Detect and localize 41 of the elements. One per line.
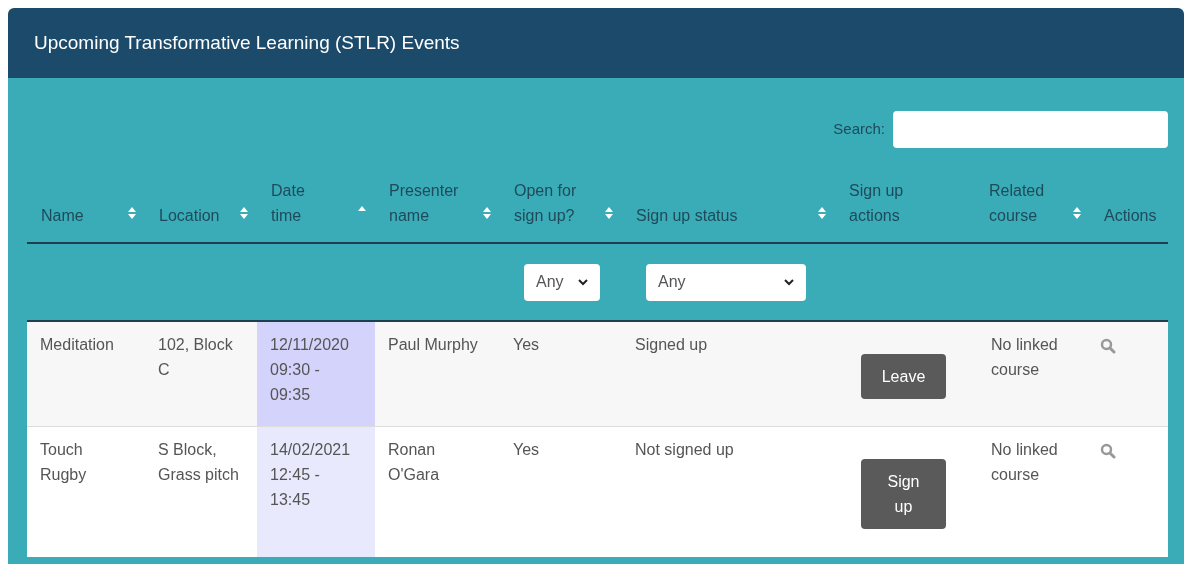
sort-icon[interactable] [127, 206, 137, 220]
sort-icon[interactable] [817, 206, 827, 220]
table-cell-text: 14/02/2021 12:45 - 13:45 [270, 440, 352, 510]
column-header[interactable]: Date time [271, 178, 321, 228]
chevron-down-icon [578, 278, 588, 286]
sort-ascending-icon[interactable] [357, 206, 367, 212]
table-cell-text: Not signed up [635, 440, 735, 460]
column-header[interactable]: Name [41, 203, 84, 228]
search-icon[interactable] [1100, 443, 1116, 459]
column-header[interactable]: Location [159, 203, 220, 228]
table-cell-text: Yes [513, 335, 541, 355]
sort-icon[interactable] [604, 206, 614, 220]
sign-up-button[interactable]: Sign up [861, 459, 946, 529]
table-cell-text: Ronan O'Gara [388, 440, 441, 485]
column-header[interactable]: Related course [989, 178, 1054, 228]
table-cell-text: No linked course [991, 335, 1059, 380]
filter-dropdown[interactable]: Any [524, 263, 600, 301]
column-header[interactable]: Sign up status [636, 203, 738, 228]
search-field[interactable] [893, 110, 1168, 148]
chevron-down-icon [784, 278, 794, 286]
sort-icon[interactable] [239, 206, 249, 220]
table-cell-text: No linked course [991, 440, 1059, 485]
sort-icon[interactable] [482, 206, 492, 220]
table-cell-text: S Block, Grass pitch [158, 440, 240, 485]
table-cell-text: Touch Rugby [40, 440, 88, 485]
search-label: Search: [833, 118, 885, 139]
sort-icon[interactable] [1072, 206, 1082, 220]
leave-button[interactable]: Leave [861, 354, 946, 399]
column-header: Sign up actions [849, 181, 905, 226]
column-header[interactable]: Presenter name [389, 178, 469, 228]
search-icon[interactable] [1100, 338, 1116, 354]
panel-title: Upcoming Transformative Learning (STLR) Events [34, 30, 460, 55]
table-cell-text: Paul Murphy [388, 335, 479, 355]
column-header: Actions [1104, 206, 1157, 226]
table-cell-text: Meditation [40, 335, 115, 355]
table-cell-text: Yes [513, 440, 541, 460]
table-cell-text: 12/11/2020 09:30 - 09:35 [270, 335, 350, 405]
table-cell-text: Signed up [635, 335, 709, 355]
table-cell-text: 102, Block C [158, 335, 234, 380]
column-header[interactable]: Open for sign up? [514, 178, 602, 228]
filter-dropdown[interactable]: Any [646, 263, 806, 301]
